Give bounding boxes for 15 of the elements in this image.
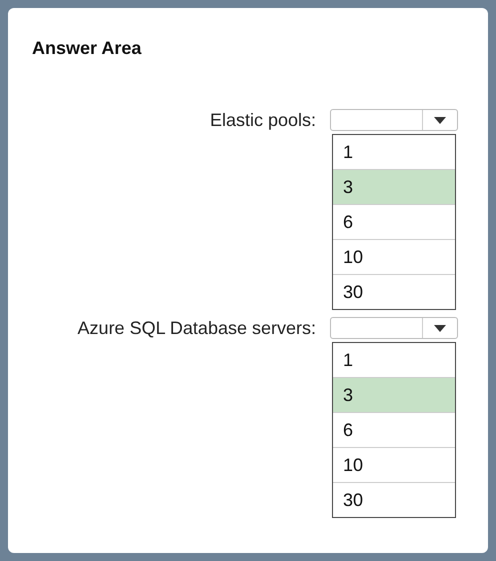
dropdown[interactable] xyxy=(330,109,458,131)
option-item[interactable]: 6 xyxy=(333,413,455,448)
answer-area-title: Answer Area xyxy=(32,38,142,59)
caret-icon xyxy=(434,324,446,332)
option-item[interactable]: 3 xyxy=(333,378,455,413)
option-item[interactable]: 10 xyxy=(333,448,455,483)
option-item[interactable]: 3 xyxy=(333,170,455,205)
option-item[interactable]: 30 xyxy=(333,483,455,517)
caret-icon xyxy=(434,116,446,124)
question-label: Elastic pools: xyxy=(208,109,317,132)
option-item[interactable]: 6 xyxy=(333,205,455,240)
option-item[interactable]: 30 xyxy=(333,275,455,309)
question-label: Azure SQL Database servers: xyxy=(76,317,317,340)
option-item[interactable]: 10 xyxy=(333,240,455,275)
dropdown[interactable] xyxy=(330,317,458,339)
